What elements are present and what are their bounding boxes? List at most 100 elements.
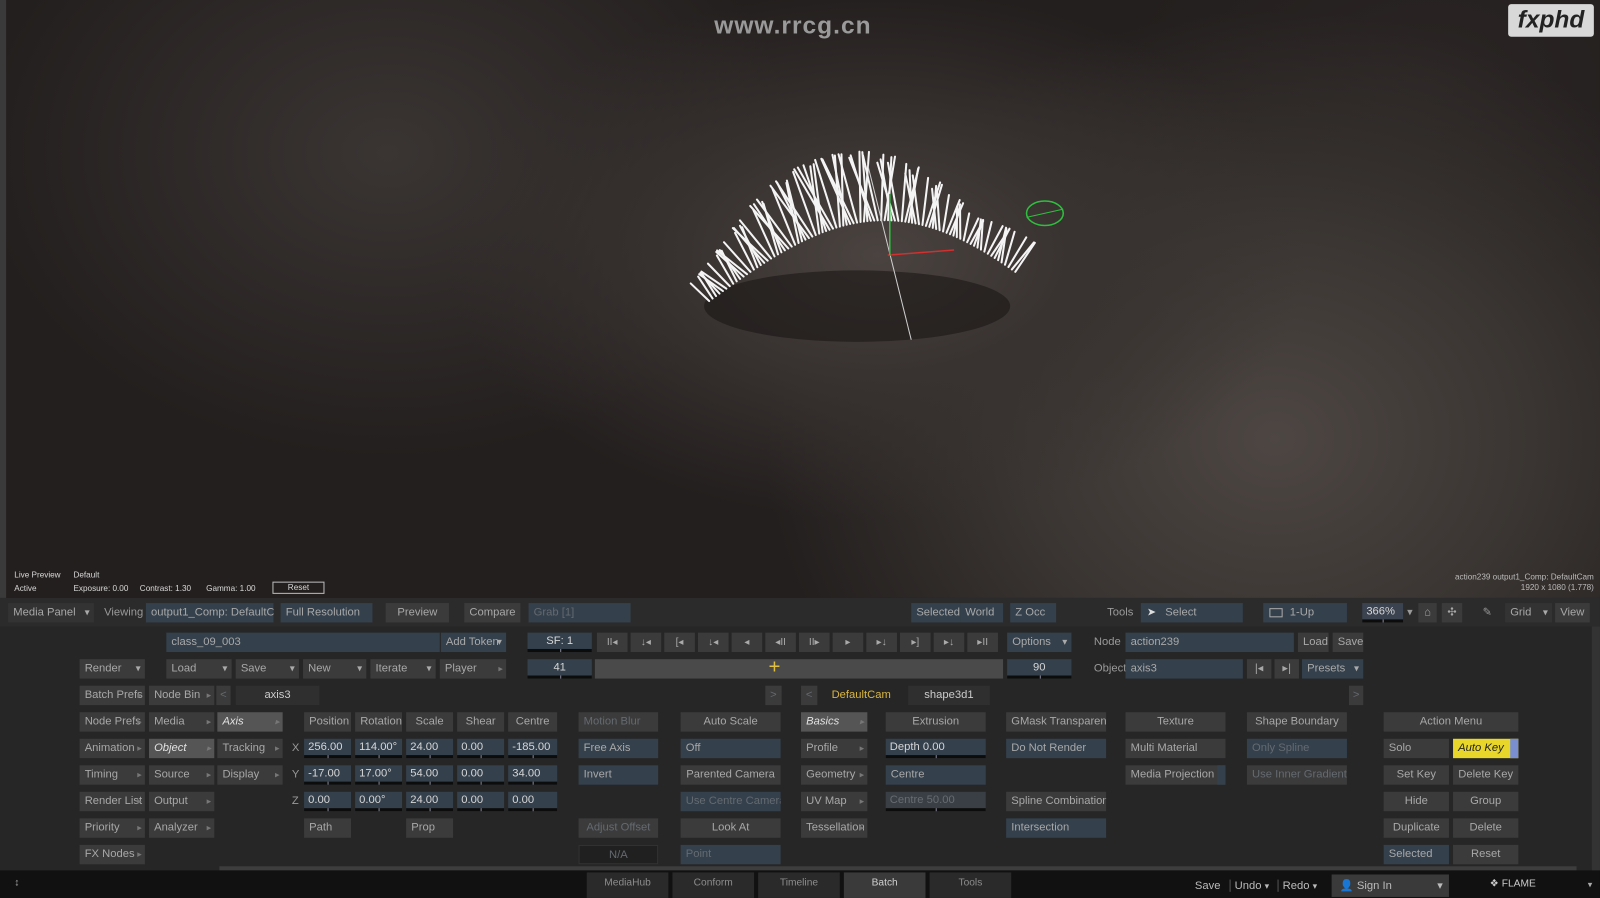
position-y-field[interactable]: -17.00 [304,765,352,785]
centre-x-field[interactable]: -185.00 [508,738,558,759]
app-menu-icon[interactable]: ▾ [1588,880,1593,891]
do-not-render-button[interactable]: Do Not Render [1006,738,1107,759]
shear-y-field[interactable]: 0.00 [457,765,505,785]
uv-map-tab[interactable]: UV Map [801,791,868,812]
node-load-button[interactable]: Load [1297,632,1329,653]
adjust-offset-button[interactable]: Adjust Offset [578,818,659,838]
prev-mark-icon[interactable]: ↓◂ [697,632,729,653]
z-occ-toggle[interactable]: Z Occ [1010,603,1057,623]
load-dropdown[interactable]: Load [166,659,232,679]
play-back-icon[interactable]: ◂II [765,632,796,653]
scale-x-field[interactable]: 24.00 [406,738,454,759]
media-panel-dropdown[interactable]: Media Panel [8,603,94,623]
move-icon[interactable]: ✣ [1441,603,1463,623]
preview-button[interactable]: Preview [385,603,449,623]
media-button[interactable]: Media [148,712,215,732]
step-back-icon[interactable]: ◂ [731,632,763,653]
next-mark-icon[interactable]: ▸↓ [866,632,897,653]
prev-object-icon[interactable]: |◂ [1246,659,1272,679]
player-button[interactable]: Player [439,659,507,679]
object-field[interactable]: axis3 [1125,659,1243,679]
centre-z-field[interactable]: 0.00 [508,791,558,812]
save-dropdown[interactable]: Save [235,659,299,679]
use-inner-gradients-button[interactable]: Use Inner Gradients [1246,765,1347,785]
current-frame-field[interactable]: 41 [527,659,592,679]
redo-dropdown-icon[interactable]: ▾ [1313,881,1318,891]
fx-nodes-button[interactable]: FX Nodes [79,844,145,865]
clip-name-field[interactable]: class_09_003 [166,632,440,653]
invert-button[interactable]: Invert [578,765,659,785]
presets-dropdown[interactable]: Presets [1302,659,1364,679]
camera-tab[interactable]: DefaultCam [821,686,901,705]
centre-y-field[interactable]: 34.00 [508,765,558,785]
redo-button[interactable]: Redo ▾ [1277,879,1318,892]
play-icon[interactable]: ▸ [832,632,864,653]
timeline-scrubber[interactable]: + [594,656,1004,679]
layout-1up-button[interactable]: 1-Up [1263,603,1347,623]
delete-button[interactable]: Delete [1453,818,1519,838]
pipette-icon[interactable]: ✎ [1478,603,1498,622]
centre-value-field[interactable]: Centre 50.00 [885,791,986,812]
rotation-y-field[interactable]: 17.00° [355,765,403,785]
add-token-dropdown[interactable]: Add Token [440,632,507,653]
priority-button[interactable]: Priority [79,818,145,838]
spline-combination-button[interactable]: Spline Combination [1006,791,1107,812]
sign-in-dropdown[interactable]: 👤 Sign In ▾ [1331,874,1449,897]
point-field[interactable]: Point [680,844,781,865]
zoom-field[interactable]: 366% [1362,603,1404,623]
next-object-tab-button[interactable]: > [1348,685,1364,706]
free-axis-button[interactable]: Free Axis [578,738,659,759]
shape-tab[interactable]: shape3d1 [908,685,990,706]
prev-key-icon[interactable]: ↓◂ [630,632,662,653]
next-key-icon[interactable]: ▸↓ [933,632,965,653]
prev-node-button[interactable]: < [216,685,231,706]
tab-tools[interactable]: Tools [929,872,1012,898]
position-x-field[interactable]: 256.00 [304,738,352,759]
next-node-button[interactable]: > [765,685,782,706]
look-at-button[interactable]: Look At [680,818,781,838]
rotation-x-field[interactable]: 114.00° [355,738,403,759]
grid-dropdown[interactable]: Grid [1505,603,1553,623]
profile-tab[interactable]: Profile [801,738,868,759]
group-button[interactable]: Group [1453,791,1519,812]
geometry-tab[interactable]: Geometry [801,765,868,785]
auto-scale-button[interactable]: Auto Scale [680,712,781,732]
shape-boundary-button[interactable]: Shape Boundary [1246,712,1347,732]
home-icon[interactable]: ⌂ [1418,603,1437,623]
viewing-field[interactable]: output1_Comp: DefaultC [145,603,274,623]
prev-in-icon[interactable]: [◂ [664,632,695,653]
zoom-dropdown-icon[interactable]: ▾ [1402,603,1418,622]
solo-button[interactable]: Solo [1383,738,1449,759]
next-out-icon[interactable]: ▸] [899,632,931,653]
start-frame-field[interactable]: SF: 1 [527,632,592,653]
tab-timeline[interactable]: Timeline [758,872,840,898]
current-node-tab[interactable]: axis3 [235,685,320,706]
rotation-z-field[interactable]: 0.00° [355,791,403,812]
reset-button[interactable]: Reset [1453,844,1519,865]
expand-panel-icon[interactable]: ↕ [14,878,19,889]
gmask-transparency-button[interactable]: GMask Transparency [1006,712,1107,732]
selected-toggle[interactable]: Selected [911,603,961,623]
display-tab[interactable]: Display [217,765,283,785]
centre-dropdown[interactable]: Centre [885,765,986,785]
prev-object-tab-button[interactable]: < [801,685,818,706]
goto-end-icon[interactable]: ▸II [967,632,998,653]
auto-scale-value[interactable]: Off [680,738,781,759]
scale-y-field[interactable]: 54.00 [406,765,454,785]
tab-batch[interactable]: Batch [843,872,926,898]
undo-button[interactable]: Undo ▾ [1229,879,1270,892]
undo-dropdown-icon[interactable]: ▾ [1265,881,1270,891]
next-object-icon[interactable]: ▸| [1274,659,1299,679]
node-save-button[interactable]: Save [1332,632,1364,653]
auto-key-toggle[interactable]: Auto Key [1453,738,1519,759]
source-button[interactable]: Source [148,765,215,785]
goto-start-icon[interactable]: II◂ [596,632,628,653]
full-resolution-button[interactable]: Full Resolution [280,603,373,623]
render-list-button[interactable]: Render List [79,791,145,812]
batch-prefs-button[interactable]: Batch Prefs [79,685,145,706]
tracking-tab[interactable]: Tracking [217,738,283,759]
world-toggle[interactable]: World [960,603,1004,623]
duplicate-button[interactable]: Duplicate [1383,818,1449,838]
viewer[interactable]: www.rrcg.cn fxphd Live Preview Default A… [0,0,1600,598]
node-prefs-button[interactable]: Node Prefs [79,712,145,732]
